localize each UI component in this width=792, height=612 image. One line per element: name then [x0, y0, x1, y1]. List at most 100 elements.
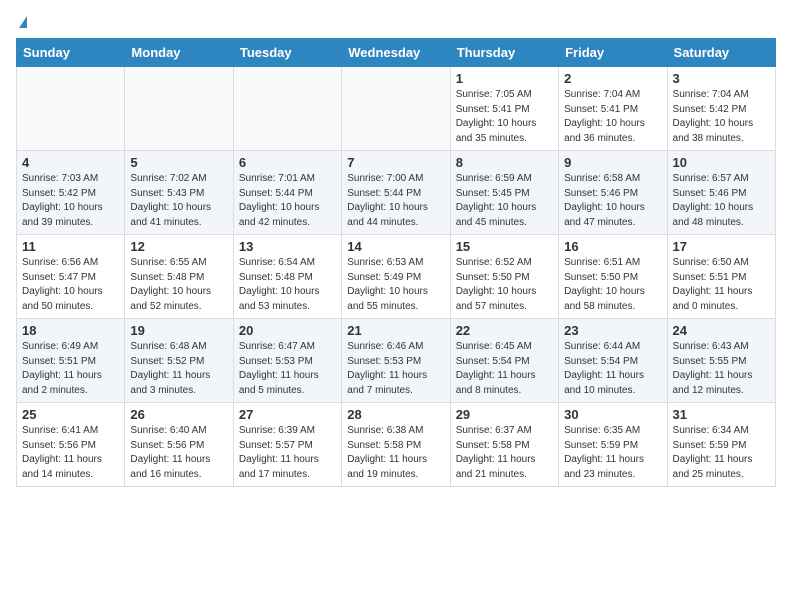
day-number: 4 — [22, 155, 119, 170]
day-info: Sunrise: 6:38 AM Sunset: 5:58 PM Dayligh… — [347, 424, 444, 482]
day-number: 13 — [239, 239, 336, 254]
calendar-cell: 30 Sunrise: 6:35 AM Sunset: 5:59 PM Dayli… — [559, 403, 667, 487]
day-number: 21 — [347, 323, 444, 338]
calendar-day-header: Monday — [125, 39, 233, 67]
day-info: Sunrise: 6:47 AM Sunset: 5:53 PM Dayligh… — [239, 340, 336, 398]
calendar-day-header: Thursday — [450, 39, 558, 67]
calendar-day-header: Sunday — [17, 39, 125, 67]
day-number: 15 — [456, 239, 553, 254]
day-info: Sunrise: 6:46 AM Sunset: 5:53 PM Dayligh… — [347, 340, 444, 398]
calendar-cell: 14Sunrise: 6:53 AM Sunset: 5:49 PM Dayli… — [342, 235, 450, 319]
day-info: Sunrise: 7:05 AM Sunset: 5:41 PM Dayligh… — [456, 88, 553, 146]
day-info: Sunrise: 6:37 AM Sunset: 5:58 PM Dayligh… — [456, 424, 553, 482]
day-info: Sunrise: 6:52 AM Sunset: 5:50 PM Dayligh… — [456, 256, 553, 314]
day-number: 1 — [456, 71, 553, 86]
day-number: 24 — [673, 323, 770, 338]
calendar-cell: 29 Sunrise: 6:37 AM Sunset: 5:58 PM Dayli… — [450, 403, 558, 487]
calendar-cell: 10 Sunrise: 6:57 AM Sunset: 5:46 PM Dayli… — [667, 151, 775, 235]
calendar-header-row: SundayMondayTuesdayWednesdayThursdayFrid… — [17, 39, 776, 67]
day-info: Sunrise: 7:00 AM Sunset: 5:44 PM Dayligh… — [347, 172, 444, 230]
calendar-cell: 16 Sunrise: 6:51 AM Sunset: 5:50 PM Dayli… — [559, 235, 667, 319]
day-number: 18 — [22, 323, 119, 338]
calendar-cell — [233, 67, 341, 151]
day-info: Sunrise: 6:43 AM Sunset: 5:55 PM Dayligh… — [673, 340, 770, 398]
day-number: 27 — [239, 407, 336, 422]
calendar-cell: 2 Sunrise: 7:04 AM Sunset: 5:41 PM Daylig… — [559, 67, 667, 151]
calendar-cell: 28 Sunrise: 6:38 AM Sunset: 5:58 PM Dayli… — [342, 403, 450, 487]
calendar-cell: 24 Sunrise: 6:43 AM Sunset: 5:55 PM Dayli… — [667, 319, 775, 403]
day-number: 3 — [673, 71, 770, 86]
day-number: 29 — [456, 407, 553, 422]
calendar-cell: 18 Sunrise: 6:49 AM Sunset: 5:51 PM Dayli… — [17, 319, 125, 403]
calendar-cell: 13Sunrise: 6:54 AM Sunset: 5:48 PM Dayli… — [233, 235, 341, 319]
calendar-week-row: 11 Sunrise: 6:56 AM Sunset: 5:47 PM Dayli… — [17, 235, 776, 319]
day-info: Sunrise: 6:55 AM Sunset: 5:48 PM Dayligh… — [130, 256, 227, 314]
day-info: Sunrise: 6:35 AM Sunset: 5:59 PM Dayligh… — [564, 424, 661, 482]
day-info: Sunrise: 6:58 AM Sunset: 5:46 PM Dayligh… — [564, 172, 661, 230]
calendar-day-header: Friday — [559, 39, 667, 67]
calendar-cell — [17, 67, 125, 151]
calendar-cell — [342, 67, 450, 151]
calendar-week-row: 1 Sunrise: 7:05 AM Sunset: 5:41 PM Daylig… — [17, 67, 776, 151]
calendar-cell: 23 Sunrise: 6:44 AM Sunset: 5:54 PM Dayli… — [559, 319, 667, 403]
day-info: Sunrise: 6:50 AM Sunset: 5:51 PM Dayligh… — [673, 256, 770, 314]
day-number: 2 — [564, 71, 661, 86]
calendar-cell: 25 Sunrise: 6:41 AM Sunset: 5:56 PM Dayli… — [17, 403, 125, 487]
calendar-day-header: Saturday — [667, 39, 775, 67]
page-header — [16, 16, 776, 30]
calendar-cell: 15 Sunrise: 6:52 AM Sunset: 5:50 PM Dayli… — [450, 235, 558, 319]
day-number: 25 — [22, 407, 119, 422]
calendar-cell: 5Sunrise: 7:02 AM Sunset: 5:43 PM Daylig… — [125, 151, 233, 235]
calendar-cell: 27 Sunrise: 6:39 AM Sunset: 5:57 PM Dayli… — [233, 403, 341, 487]
day-info: Sunrise: 6:39 AM Sunset: 5:57 PM Dayligh… — [239, 424, 336, 482]
calendar-cell: 3 Sunrise: 7:04 AM Sunset: 5:42 PM Daylig… — [667, 67, 775, 151]
day-number: 12 — [130, 239, 227, 254]
calendar-week-row: 25 Sunrise: 6:41 AM Sunset: 5:56 PM Dayli… — [17, 403, 776, 487]
day-number: 9 — [564, 155, 661, 170]
day-number: 20 — [239, 323, 336, 338]
day-info: Sunrise: 6:44 AM Sunset: 5:54 PM Dayligh… — [564, 340, 661, 398]
day-number: 10 — [673, 155, 770, 170]
calendar-cell: 20 Sunrise: 6:47 AM Sunset: 5:53 PM Dayli… — [233, 319, 341, 403]
day-info: Sunrise: 7:02 AM Sunset: 5:43 PM Dayligh… — [130, 172, 227, 230]
calendar-day-header: Tuesday — [233, 39, 341, 67]
day-number: 17 — [673, 239, 770, 254]
day-number: 6 — [239, 155, 336, 170]
day-number: 23 — [564, 323, 661, 338]
calendar-cell: 11 Sunrise: 6:56 AM Sunset: 5:47 PM Dayli… — [17, 235, 125, 319]
calendar-day-header: Wednesday — [342, 39, 450, 67]
day-info: Sunrise: 6:59 AM Sunset: 5:45 PM Dayligh… — [456, 172, 553, 230]
day-info: Sunrise: 6:34 AM Sunset: 5:59 PM Dayligh… — [673, 424, 770, 482]
calendar-cell: 12 Sunrise: 6:55 AM Sunset: 5:48 PM Dayli… — [125, 235, 233, 319]
day-info: Sunrise: 6:41 AM Sunset: 5:56 PM Dayligh… — [22, 424, 119, 482]
calendar-cell: 26Sunrise: 6:40 AM Sunset: 5:56 PM Dayli… — [125, 403, 233, 487]
logo-triangle-icon — [19, 16, 27, 28]
day-info: Sunrise: 6:48 AM Sunset: 5:52 PM Dayligh… — [130, 340, 227, 398]
calendar-cell: 6Sunrise: 7:01 AM Sunset: 5:44 PM Daylig… — [233, 151, 341, 235]
day-number: 26 — [130, 407, 227, 422]
day-number: 11 — [22, 239, 119, 254]
day-info: Sunrise: 6:51 AM Sunset: 5:50 PM Dayligh… — [564, 256, 661, 314]
calendar-cell: 22Sunrise: 6:45 AM Sunset: 5:54 PM Dayli… — [450, 319, 558, 403]
calendar-cell: 9 Sunrise: 6:58 AM Sunset: 5:46 PM Daylig… — [559, 151, 667, 235]
day-info: Sunrise: 7:04 AM Sunset: 5:42 PM Dayligh… — [673, 88, 770, 146]
calendar-cell: 7Sunrise: 7:00 AM Sunset: 5:44 PM Daylig… — [342, 151, 450, 235]
day-info: Sunrise: 7:04 AM Sunset: 5:41 PM Dayligh… — [564, 88, 661, 146]
calendar-cell: 4Sunrise: 7:03 AM Sunset: 5:42 PM Daylig… — [17, 151, 125, 235]
day-info: Sunrise: 6:57 AM Sunset: 5:46 PM Dayligh… — [673, 172, 770, 230]
calendar-cell: 8 Sunrise: 6:59 AM Sunset: 5:45 PM Daylig… — [450, 151, 558, 235]
calendar-cell: 31Sunrise: 6:34 AM Sunset: 5:59 PM Dayli… — [667, 403, 775, 487]
day-info: Sunrise: 6:49 AM Sunset: 5:51 PM Dayligh… — [22, 340, 119, 398]
day-number: 16 — [564, 239, 661, 254]
calendar-cell: 21 Sunrise: 6:46 AM Sunset: 5:53 PM Dayli… — [342, 319, 450, 403]
day-number: 22 — [456, 323, 553, 338]
logo — [16, 16, 27, 30]
day-info: Sunrise: 6:56 AM Sunset: 5:47 PM Dayligh… — [22, 256, 119, 314]
calendar-cell — [125, 67, 233, 151]
calendar-table: SundayMondayTuesdayWednesdayThursdayFrid… — [16, 38, 776, 487]
day-number: 30 — [564, 407, 661, 422]
calendar-week-row: 18 Sunrise: 6:49 AM Sunset: 5:51 PM Dayli… — [17, 319, 776, 403]
day-number: 28 — [347, 407, 444, 422]
day-number: 8 — [456, 155, 553, 170]
calendar-week-row: 4Sunrise: 7:03 AM Sunset: 5:42 PM Daylig… — [17, 151, 776, 235]
